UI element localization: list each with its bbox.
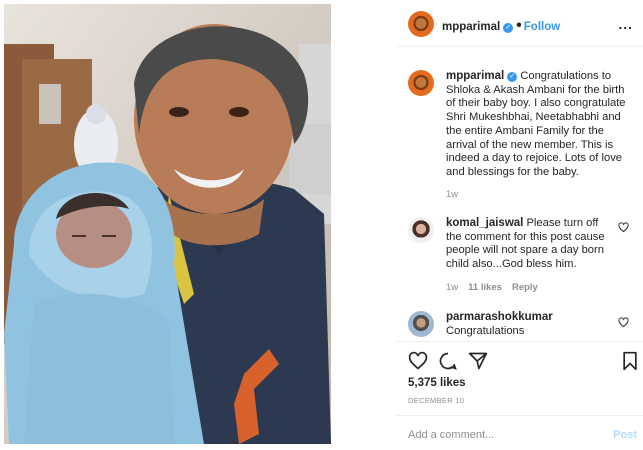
caption-comment: mpparimal ✓ Congratulations to Shloka & A…	[446, 70, 636, 180]
add-comment-input[interactable]: Add a comment...	[408, 429, 494, 441]
comment-avatar[interactable]	[408, 217, 434, 243]
post-comment-button[interactable]: Post	[613, 429, 637, 441]
author-avatar[interactable]	[408, 11, 434, 37]
actions-divider	[396, 341, 643, 342]
verified-badge-icon: ✓	[503, 23, 514, 33]
comment-like-heart-icon[interactable]	[618, 317, 629, 328]
post-date[interactable]: DECEMBER 10	[408, 396, 464, 405]
comment-meta: 1w 11 likes Reply	[446, 282, 548, 293]
heart-icon[interactable]	[408, 351, 428, 371]
composer-divider	[396, 415, 643, 416]
comment-item: komal_jaiswal Please turn off the commen…	[446, 217, 616, 272]
comment-text: Congratulations to Shloka & Akash Ambani…	[446, 70, 626, 178]
post-photo[interactable]	[4, 4, 331, 444]
comment-avatar[interactable]	[408, 70, 434, 96]
comment-icon[interactable]	[438, 351, 458, 371]
post-details-panel: mpparimal ✓ • Follow ... mpparimal ✓ Congrat…	[396, 0, 643, 450]
comment-item: parmarashokkumar Congratulations	[446, 311, 616, 338]
comment-like-heart-icon[interactable]	[618, 222, 629, 233]
header-divider	[396, 46, 643, 47]
verified-badge-icon: ✓	[507, 72, 518, 82]
post-header: mpparimal ✓ • Follow	[442, 17, 560, 35]
header-separator: •	[516, 17, 522, 34]
comment-username[interactable]: parmarashokkumar	[446, 311, 553, 323]
follow-button[interactable]: Follow	[524, 21, 560, 33]
comment-username[interactable]: komal_jaiswal	[446, 217, 523, 229]
photo-illustration	[4, 4, 331, 444]
share-icon[interactable]	[468, 351, 488, 371]
bookmark-icon[interactable]	[621, 351, 639, 371]
comment-avatar[interactable]	[408, 311, 434, 337]
comment-time[interactable]: 1w	[446, 282, 458, 293]
more-options-icon[interactable]: ...	[618, 16, 633, 32]
comment-time[interactable]: 1w	[446, 189, 458, 200]
author-username[interactable]: mpparimal	[442, 21, 500, 33]
comment-username[interactable]: mpparimal	[446, 70, 504, 82]
comment-likes[interactable]: 11 likes	[468, 282, 502, 293]
caption-meta: 1w	[446, 189, 468, 200]
comment-text: Congratulations	[446, 324, 525, 337]
likes-count[interactable]: 5,375 likes	[408, 377, 466, 389]
reply-button[interactable]: Reply	[512, 282, 538, 293]
